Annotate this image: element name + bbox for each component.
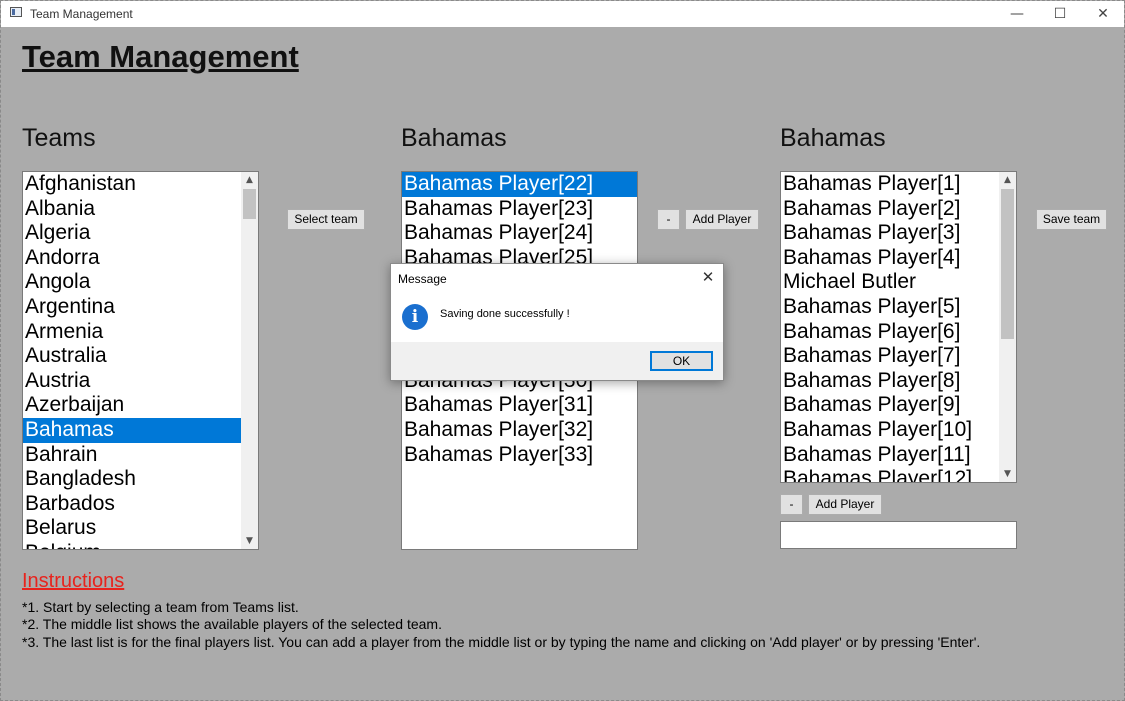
final-player-item[interactable]: Bahamas Player[10] — [781, 418, 999, 443]
team-list-item[interactable]: Australia — [23, 344, 241, 369]
team-list-item[interactable]: Armenia — [23, 320, 241, 345]
team-list-item[interactable]: Albania — [23, 197, 241, 222]
final-player-item[interactable]: Bahamas Player[11] — [781, 443, 999, 468]
add-player-from-list-button[interactable]: Add Player — [685, 209, 759, 230]
scroll-up-icon[interactable]: ▲ — [241, 172, 258, 188]
team-list-item[interactable]: Bangladesh — [23, 467, 241, 492]
final-player-item[interactable]: Bahamas Player[6] — [781, 320, 999, 345]
dialog-footer: OK — [391, 342, 723, 380]
final-player-item[interactable]: Bahamas Player[5] — [781, 295, 999, 320]
available-player-item[interactable]: Bahamas Player[33] — [402, 443, 637, 468]
final-player-item[interactable]: Bahamas Player[2] — [781, 197, 999, 222]
save-team-button[interactable]: Save team — [1036, 209, 1107, 230]
maximize-button[interactable]: ☐ — [1038, 1, 1082, 27]
team-list-item[interactable]: Angola — [23, 270, 241, 295]
message-dialog: Message ✕ i Saving done successfully ! O… — [390, 263, 724, 381]
team-list-item[interactable]: Bahrain — [23, 443, 241, 468]
close-window-button[interactable]: ✕ — [1081, 1, 1124, 27]
available-player-item[interactable]: Bahamas Player[23] — [402, 197, 637, 222]
final-player-item[interactable]: Bahamas Player[9] — [781, 393, 999, 418]
team-list-item[interactable]: Argentina — [23, 295, 241, 320]
final-player-item[interactable]: Bahamas Player[8] — [781, 369, 999, 394]
player-name-input[interactable] — [780, 521, 1017, 549]
final-player-item[interactable]: Bahamas Player[3] — [781, 221, 999, 246]
ok-button[interactable]: OK — [650, 351, 713, 371]
final-players-label: Bahamas — [780, 124, 886, 152]
scroll-down-icon[interactable]: ▼ — [999, 466, 1016, 482]
teams-list: Afghanistan Albania Algeria Andorra Angola Ar… — [23, 172, 241, 549]
remove-available-player-button[interactable]: - — [657, 209, 680, 230]
teams-listbox[interactable]: Afghanistan Albania Algeria Andorra Angola Ar… — [22, 171, 259, 550]
app-window: Team Management — ☐ ✕ Team Management Te… — [0, 0, 1125, 701]
team-list-item[interactable]: Belgium — [23, 541, 241, 549]
team-list-item[interactable]: Austria — [23, 369, 241, 394]
scroll-thumb[interactable] — [1001, 189, 1014, 339]
available-players-label: Bahamas — [401, 124, 507, 152]
dialog-title: Message — [398, 272, 447, 286]
available-player-item[interactable]: Bahamas Player[24] — [402, 221, 637, 246]
scroll-thumb[interactable] — [243, 189, 256, 219]
page-title: Team Management — [22, 39, 299, 74]
team-list-item[interactable]: Afghanistan — [23, 172, 241, 197]
final-player-item[interactable]: Bahamas Player[7] — [781, 344, 999, 369]
available-player-item[interactable]: Bahamas Player[22] — [402, 172, 637, 197]
team-list-item[interactable]: Barbados — [23, 492, 241, 517]
final-player-item[interactable]: Bahamas Player[12] — [781, 467, 999, 482]
dialog-message: Saving done successfully ! — [440, 308, 570, 320]
final-player-item[interactable]: Michael Butler — [781, 270, 999, 295]
remove-final-player-button[interactable]: - — [780, 494, 803, 515]
team-list-item[interactable]: Andorra — [23, 246, 241, 271]
title-bar: Team Management — ☐ ✕ — [1, 1, 1124, 27]
scroll-down-icon[interactable]: ▼ — [241, 533, 258, 549]
teams-scrollbar[interactable]: ▲ ▼ — [241, 172, 258, 549]
final-player-item[interactable]: Bahamas Player[1] — [781, 172, 999, 197]
scroll-up-icon[interactable]: ▲ — [999, 172, 1016, 188]
minimize-button[interactable]: — — [995, 1, 1039, 27]
window-title: Team Management — [30, 7, 133, 21]
dialog-close-icon[interactable]: ✕ — [698, 267, 718, 287]
final-players-list: Bahamas Player[1] Bahamas Player[2] Bahama… — [781, 172, 999, 482]
team-list-item[interactable]: Bahamas — [23, 417, 241, 443]
available-player-item[interactable]: Bahamas Player[31] — [402, 393, 637, 418]
instruction-line-3: *3. The last list is for the final playe… — [22, 634, 981, 650]
final-player-item[interactable]: Bahamas Player[4] — [781, 246, 999, 271]
instruction-line-1: *1. Start by selecting a team from Teams… — [22, 599, 299, 615]
available-player-item[interactable]: Bahamas Player[32] — [402, 418, 637, 443]
app-icon — [10, 7, 22, 17]
team-list-item[interactable]: Belarus — [23, 516, 241, 541]
final-players-scrollbar[interactable]: ▲ ▼ — [999, 172, 1016, 482]
instructions-title: Instructions — [22, 570, 125, 592]
instruction-line-2: *2. The middle list shows the available … — [22, 616, 442, 632]
final-players-listbox[interactable]: Bahamas Player[1] Bahamas Player[2] Bahama… — [780, 171, 1017, 483]
info-icon: i — [402, 304, 428, 330]
team-list-item[interactable]: Algeria — [23, 221, 241, 246]
team-list-item[interactable]: Azerbaijan — [23, 393, 241, 418]
select-team-button[interactable]: Select team — [287, 209, 365, 230]
add-typed-player-button[interactable]: Add Player — [808, 494, 882, 515]
teams-label: Teams — [22, 124, 96, 152]
